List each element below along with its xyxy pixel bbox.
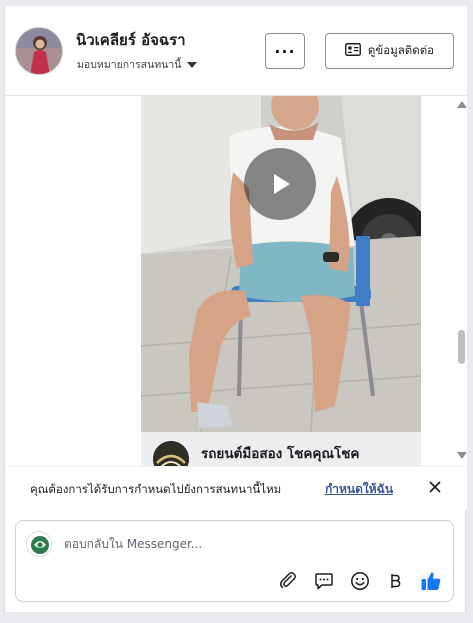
- assign-label: มอบหมายการสนทนานี้: [77, 59, 182, 71]
- conversation-header: นิวเคลียร์ อัจฉรา มอบหมายการสนทนานี้ ···…: [5, 6, 467, 96]
- reply-composer: [15, 520, 454, 602]
- close-icon: [429, 481, 441, 493]
- contact-avatar[interactable]: [15, 27, 63, 75]
- saved-replies-button[interactable]: [312, 569, 336, 593]
- scroll-up-arrow-icon[interactable]: [457, 101, 467, 108]
- play-button[interactable]: [244, 148, 316, 220]
- page-avatar: [153, 441, 189, 466]
- more-options-button[interactable]: ···: [265, 33, 305, 69]
- scrollbar-thumb[interactable]: [458, 330, 465, 364]
- post-title: รถยนต์มือสอง โชคคุณโชค: [201, 446, 360, 462]
- shared-post-card[interactable]: รถยนต์มือสอง โชคคุณโชค: [141, 432, 421, 466]
- video-attachment[interactable]: [141, 96, 421, 432]
- assign-dropdown[interactable]: มอบหมายการสนทนานี้: [77, 56, 198, 73]
- reply-input[interactable]: [64, 533, 424, 555]
- assignment-question: คุณต้องการได้รับการกำหนดไปยังการสนทนานี้…: [30, 482, 282, 496]
- view-contact-info-button[interactable]: ดูข้อมูลติดต่อ: [325, 33, 454, 69]
- baht-icon: [391, 574, 401, 588]
- play-icon: [274, 174, 290, 194]
- contact-info-label: ดูข้อมูลติดต่อ: [367, 43, 435, 57]
- close-notice-button[interactable]: [425, 477, 445, 497]
- scroll-down-arrow-icon[interactable]: [457, 452, 467, 459]
- page-avatar-small: [26, 531, 52, 557]
- more-dots-icon: ···: [274, 41, 296, 61]
- thread-scrollbar[interactable]: [455, 96, 467, 466]
- assignment-notice: คุณต้องการได้รับการกำหนดไปยังการสนทนานี้…: [5, 466, 467, 510]
- message-thread[interactable]: รถยนต์มือสอง โชคคุณโชค: [5, 96, 467, 466]
- thumbs-up-icon: [421, 572, 441, 590]
- assign-to-me-link[interactable]: กำหนดให้ฉัน: [325, 480, 393, 499]
- attach-button[interactable]: [276, 569, 300, 593]
- chat-bubble-icon: [315, 573, 333, 590]
- emoji-icon: [351, 572, 369, 590]
- payment-button[interactable]: [383, 569, 407, 593]
- conversation-panel: นิวเคลียร์ อัจฉรา มอบหมายการสนทนานี้ ···…: [4, 6, 467, 612]
- video-thumbnail: [141, 96, 421, 432]
- contact-card-icon: [344, 43, 361, 59]
- paperclip-icon: [280, 572, 296, 589]
- like-button[interactable]: [419, 569, 443, 593]
- caret-down-icon: [187, 61, 198, 68]
- contact-name: นิวเคลียร์ อัจฉรา: [76, 31, 186, 49]
- emoji-button[interactable]: [348, 569, 372, 593]
